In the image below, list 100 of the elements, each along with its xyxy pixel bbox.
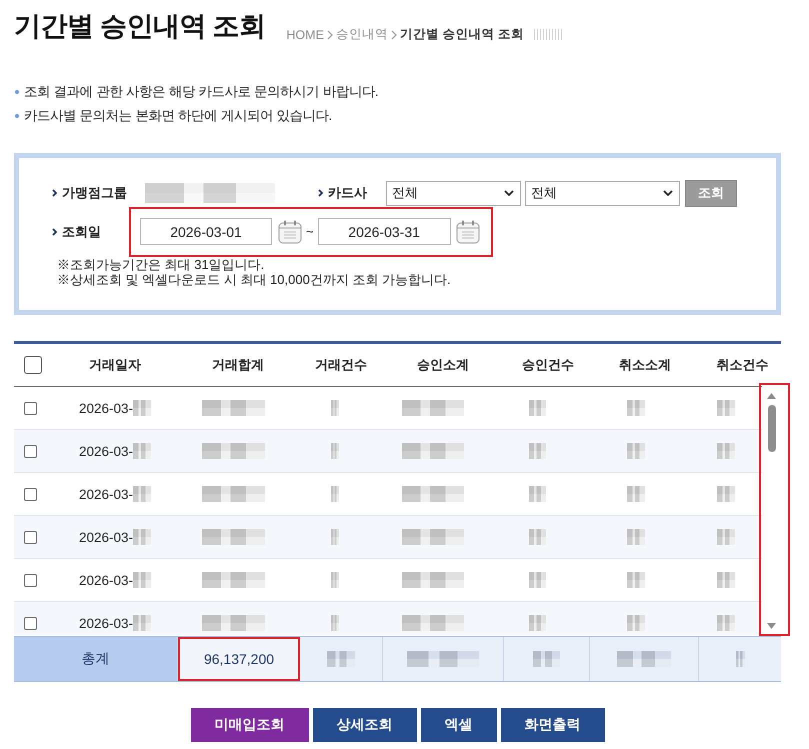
redacted-value	[402, 529, 464, 545]
breadcrumb-current: 기간별 승인내역 조회	[400, 26, 524, 43]
redacted-value	[528, 529, 546, 545]
column-header: 취소소계	[619, 356, 671, 374]
redacted-value	[528, 615, 546, 631]
redacted-value	[627, 443, 645, 459]
redacted-value	[627, 529, 645, 545]
redacted-value	[133, 615, 152, 631]
total-label-cell: 총계	[14, 637, 178, 681]
date-text: 2026-03-	[78, 530, 134, 544]
redacted-value	[717, 400, 735, 416]
redacted-value	[402, 400, 464, 416]
calendar-icon[interactable]	[456, 220, 480, 244]
redacted-value	[528, 400, 546, 416]
redacted-value	[202, 572, 264, 588]
column-header: 거래건수	[315, 356, 367, 374]
note-text: ※상세조회 및 엑셀다운로드 시 최대 10,000건까지 조회 가능합니다.	[57, 272, 452, 287]
note-text: ※조회가능기간은 최대 31일입니다.	[57, 257, 266, 272]
redacted-value	[627, 572, 645, 588]
range-separator: ~	[306, 224, 314, 239]
redacted-value	[331, 529, 339, 545]
select-all-checkbox[interactable]	[24, 356, 42, 374]
action-button[interactable]: 화면출력	[500, 708, 604, 742]
scroll-down-icon[interactable]	[767, 623, 776, 629]
redacted-value	[331, 443, 339, 459]
redacted-value	[133, 443, 152, 459]
redacted-value	[402, 443, 464, 459]
redacted-value	[133, 572, 152, 588]
redacted-value	[327, 651, 355, 667]
total-amount-cell: 96,137,200	[178, 637, 300, 681]
notice-text: 조회 결과에 관한 사항은 해당 카드사로 문의하시기 바랍니다.	[24, 83, 379, 101]
chevron-right-icon	[326, 30, 333, 40]
redacted-value	[717, 486, 735, 502]
scroll-up-icon[interactable]	[767, 393, 776, 399]
redacted-value	[717, 443, 735, 459]
start-date-field[interactable]: 2026-03-01	[140, 218, 272, 245]
chevron-right-icon	[52, 228, 57, 236]
redacted-value	[617, 651, 671, 667]
column-header: 거래일자	[89, 356, 141, 374]
redacted-value	[736, 651, 744, 667]
redacted-value	[402, 486, 464, 502]
redacted-value	[528, 572, 546, 588]
redacted-value	[717, 615, 735, 631]
chevron-right-icon	[390, 30, 397, 40]
row-checkbox[interactable]	[24, 616, 37, 630]
action-button[interactable]: 상세조회	[312, 708, 416, 742]
table-row[interactable]: 2026-03-	[14, 516, 762, 559]
date-text: 2026-03-	[78, 486, 134, 502]
bullet-icon	[15, 90, 19, 94]
redacted-value	[528, 443, 546, 459]
redacted-value	[133, 486, 152, 502]
calendar-icon[interactable]	[278, 220, 302, 244]
redacted-value	[331, 572, 339, 588]
redacted-value	[528, 486, 546, 502]
chevron-right-icon	[318, 189, 323, 197]
redacted-value	[202, 615, 264, 631]
date-text: 2026-03-	[78, 572, 134, 588]
date-text: 2026-03-	[78, 444, 134, 458]
date-text: 2026-03-	[78, 400, 134, 416]
bullet-icon	[15, 114, 19, 118]
column-header: 승인건수	[522, 356, 574, 374]
table-row[interactable]: 2026-03-	[14, 602, 762, 635]
chevron-down-icon	[663, 190, 673, 196]
redacted-value	[202, 400, 264, 416]
row-checkbox[interactable]	[24, 402, 37, 414]
redacted-value	[407, 651, 479, 667]
row-checkbox[interactable]	[24, 530, 37, 544]
action-button[interactable]: 미매입조회	[190, 708, 308, 742]
field-label: 카드사	[328, 184, 367, 202]
redacted-value	[402, 615, 464, 631]
card-company-select[interactable]: 전체	[525, 180, 680, 206]
redacted-value	[627, 615, 645, 631]
row-checkbox[interactable]	[24, 574, 37, 586]
scrollbar-thumb[interactable]	[768, 405, 776, 452]
row-checkbox[interactable]	[24, 444, 37, 458]
column-header: 취소건수	[716, 356, 768, 374]
card-company-select[interactable]: 전체	[386, 180, 521, 206]
end-date-field[interactable]: 2026-03-31	[318, 218, 451, 245]
redacted-value	[533, 651, 560, 667]
notice-text: 카드사별 문의처는 본화면 하단에 게시되어 있습니다.	[24, 107, 332, 125]
page-title: 기간별 승인내역 조회	[14, 10, 266, 43]
redacted-value	[202, 443, 264, 459]
redacted-value	[202, 529, 264, 545]
redacted-value	[717, 572, 735, 588]
column-header: 거래합계	[212, 356, 264, 374]
action-button[interactable]: 엑셀	[420, 708, 496, 742]
redacted-value	[133, 529, 152, 545]
redacted-value	[133, 400, 152, 416]
redacted-value	[402, 572, 464, 588]
row-checkbox[interactable]	[24, 488, 37, 500]
column-header: 승인소계	[417, 356, 469, 374]
chevron-right-icon	[52, 189, 57, 197]
redacted-value	[331, 486, 339, 502]
field-label: 조회일	[62, 223, 101, 241]
date-text: 2026-03-	[78, 616, 134, 630]
table-row[interactable]: 2026-03-	[14, 430, 762, 473]
chevron-down-icon	[504, 190, 514, 196]
redacted-value	[331, 615, 339, 631]
redacted-value	[331, 400, 339, 416]
redacted-value	[717, 529, 735, 545]
